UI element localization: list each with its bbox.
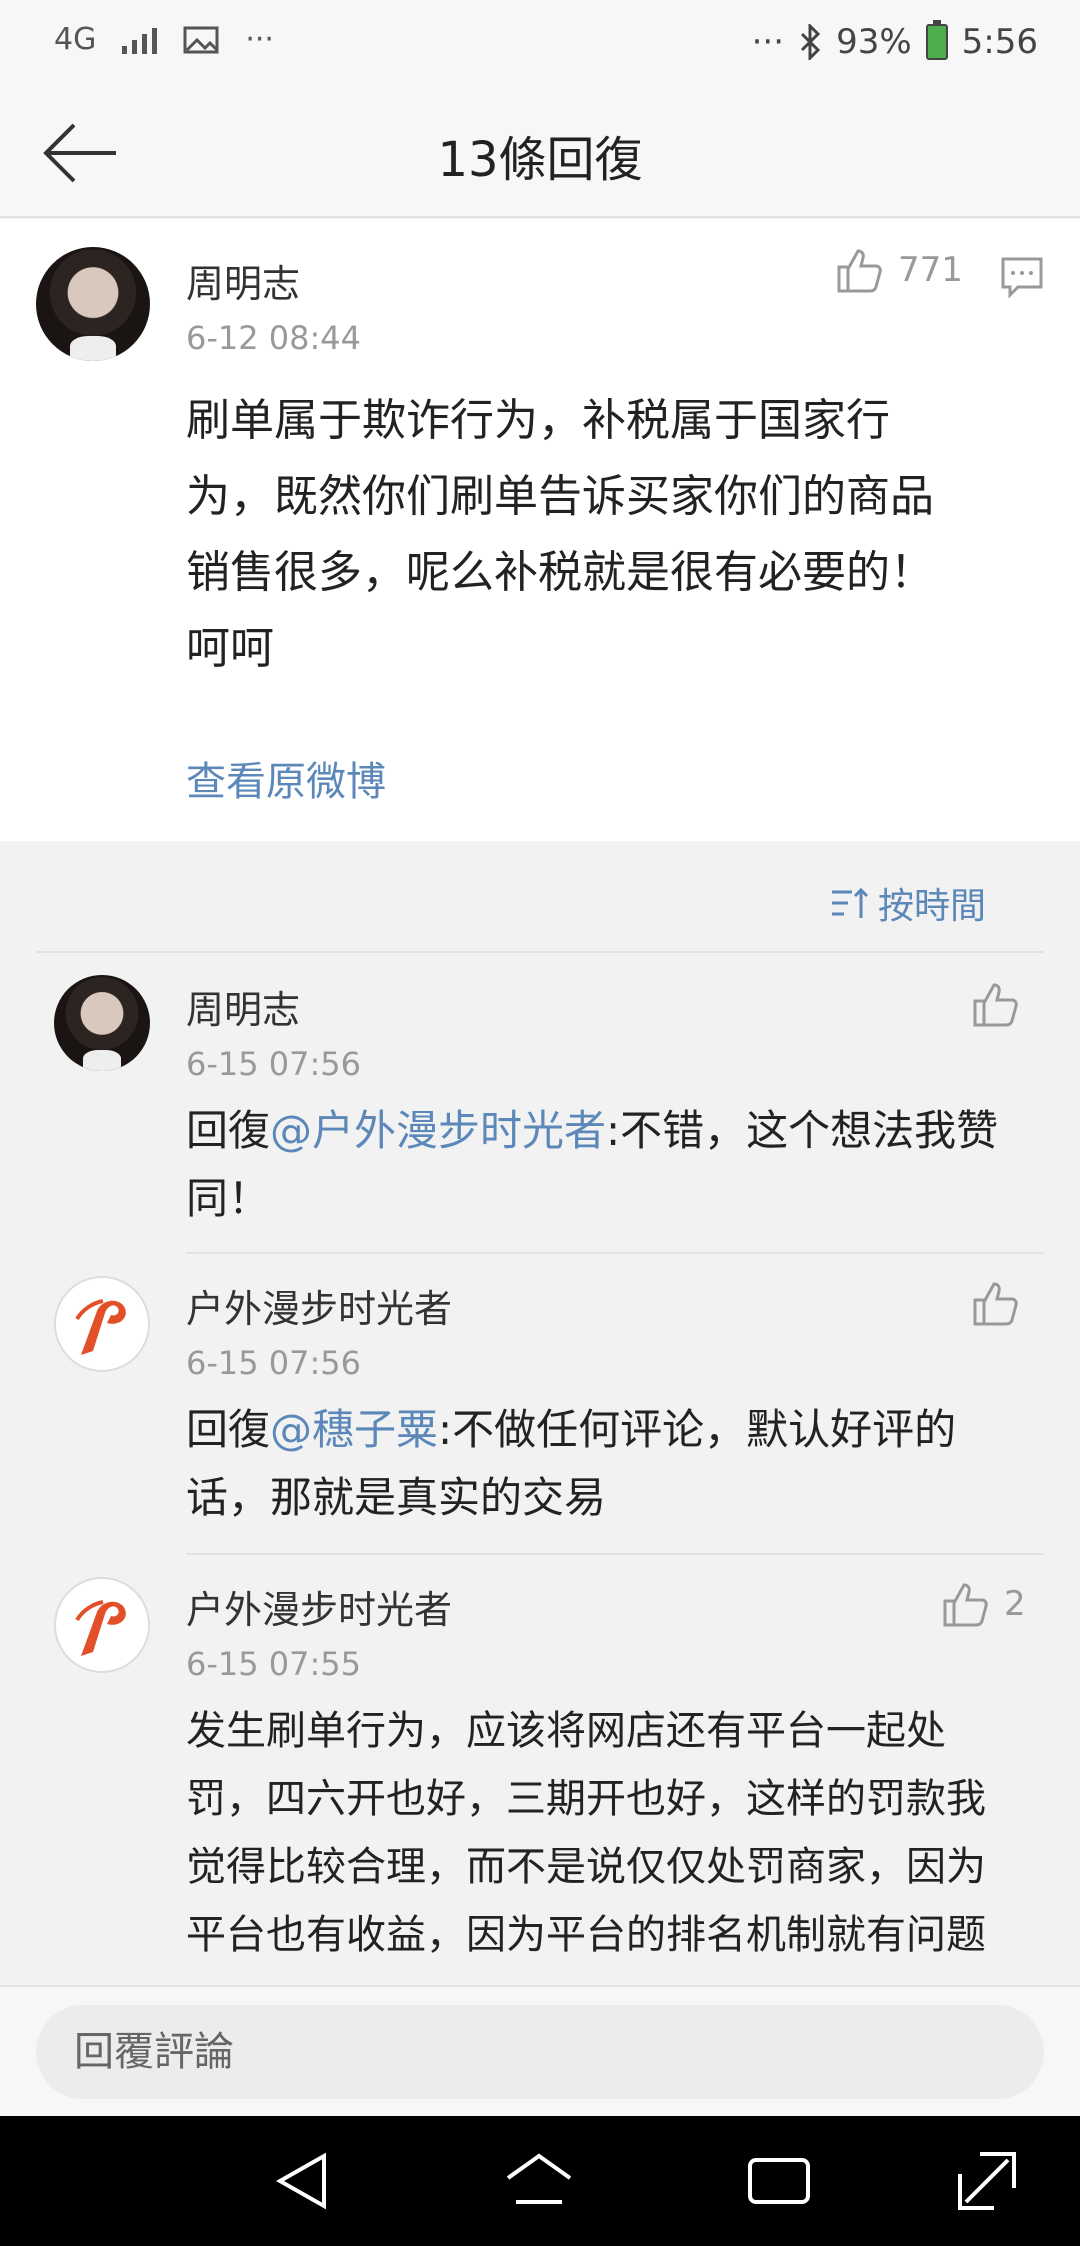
status-bar: 4G ··· ··· 93% 5:56: [0, 0, 1080, 90]
comment-text: 刷单属于欺诈行为，补税属于国家行 为，既然你们刷单告诉买家你们的商品 销售很多，…: [186, 383, 934, 687]
avatar[interactable]: [54, 1577, 150, 1673]
like-count: 2: [1004, 1584, 1026, 1624]
reply-time: 6-15 07:55: [186, 1645, 362, 1683]
mention-link[interactable]: @户外漫步时光者: [270, 1106, 606, 1155]
author-name[interactable]: 周明志: [186, 253, 300, 308]
battery-icon: [925, 20, 948, 60]
text-line: 呵呵: [186, 623, 274, 674]
logo-icon: [75, 1299, 126, 1355]
text-line: 罚，四六开也好，三期开也好，这样的罚款我: [186, 1776, 986, 1822]
like-button[interactable]: 771: [836, 247, 963, 293]
image-icon: [183, 26, 219, 53]
view-original-link[interactable]: 查看原微博: [186, 749, 386, 807]
author-name[interactable]: 户外漫步时光者: [186, 1579, 452, 1634]
reply-time: 6-15 07:56: [186, 1045, 362, 1083]
signal-icon: [122, 26, 158, 54]
nav-recents-icon[interactable]: [744, 2146, 814, 2216]
more-notifications: ···: [245, 22, 274, 57]
top-bar: 13條回復: [0, 90, 1080, 218]
text-line: 同！: [186, 1174, 271, 1223]
sort-bar: 按時間: [0, 841, 1080, 951]
comment-icon[interactable]: [1000, 255, 1044, 299]
author-name[interactable]: 周明志: [186, 979, 300, 1034]
sort-label: 按時間: [877, 886, 986, 927]
clock: 5:56: [961, 22, 1038, 62]
page-title: 13條回復: [437, 132, 643, 188]
nav-home-icon[interactable]: [504, 2146, 574, 2216]
reply-text: 回復@穗子粟:不做任何评论，默认好评的 话，那就是真实的交易: [186, 1396, 956, 1532]
like-count: 771: [898, 250, 963, 290]
thumbs-up-icon: [943, 1583, 988, 1627]
text-line: 刷单属于欺诈行为，补税属于国家行: [186, 395, 890, 446]
reply-bar: 回覆評論: [0, 1985, 1080, 2116]
text-line: 销售很多，呢么补税就是很有必要的！: [186, 547, 934, 598]
sort-icon: [831, 887, 869, 918]
author-name[interactable]: 户外漫步时光者: [186, 1278, 452, 1333]
avatar[interactable]: [36, 247, 150, 361]
reply-prefix: 回復: [186, 1106, 271, 1155]
logo-icon: [75, 1600, 126, 1656]
main-comment: 周明志 6-12 08:44 771 刷单属于欺诈行为，补税属于国家行 为，既然…: [0, 219, 1080, 841]
avatar[interactable]: [54, 975, 150, 1071]
sort-button[interactable]: 按時間: [830, 877, 986, 929]
reply-time: 6-15 07:56: [186, 1344, 362, 1382]
text-fragment: :不错，这个想法我赞: [606, 1106, 999, 1155]
avatar[interactable]: [54, 1276, 150, 1372]
post-time: 6-12 08:44: [186, 319, 362, 357]
system-nav-bar: [0, 2116, 1080, 2246]
reply-item: 户外漫步时光者 6-15 07:56 回復@穗子粟:不做任何评论，默认好评的 话…: [0, 1254, 1080, 1554]
reply-text: 发生刷单行为，应该将网店还有平台一起处 罚，四六开也好，三期开也好，这样的罚款我…: [186, 1697, 986, 1969]
text-line: 觉得比较合理，而不是说仅仅处罚商家，因为: [186, 1844, 986, 1890]
text-line: 为，既然你们刷单告诉买家你们的商品: [186, 471, 934, 522]
text-line: 话，那就是真实的交易: [186, 1473, 607, 1522]
text-line: 发生刷单行为，应该将网店还有平台一起处: [186, 1708, 946, 1754]
reply-prefix: 回復: [186, 1405, 271, 1454]
thumbs-up-icon[interactable]: [972, 1280, 1020, 1326]
thumbs-up-icon: [837, 249, 882, 293]
reply-item: 户外漫步时光者 6-15 07:55 2 发生刷单行为，应该将网店还有平台一起处…: [0, 1555, 1080, 1985]
like-button[interactable]: 2: [942, 1581, 1026, 1627]
bluetooth-icon: [801, 24, 821, 60]
battery-percent: 93%: [836, 22, 912, 62]
reply-text: 回復@户外漫步时光者:不错，这个想法我赞 同！: [186, 1097, 998, 1233]
nav-back-icon[interactable]: [268, 2146, 338, 2216]
expand-icon[interactable]: [952, 2146, 1022, 2216]
more-status: ···: [751, 22, 785, 62]
text-line: 平台也有收益，因为平台的排名机制就有问题: [186, 1912, 986, 1958]
reply-input[interactable]: 回覆評論: [36, 2005, 1044, 2099]
text-fragment: :不做任何评论，默认好评的: [438, 1405, 957, 1454]
thumbs-up-icon[interactable]: [972, 981, 1020, 1027]
mention-link[interactable]: @穗子粟: [270, 1405, 438, 1454]
network-indicator: 4G: [54, 22, 97, 57]
reply-item: 周明志 6-15 07:56 回復@户外漫步时光者:不错，这个想法我赞 同！: [0, 953, 1080, 1253]
